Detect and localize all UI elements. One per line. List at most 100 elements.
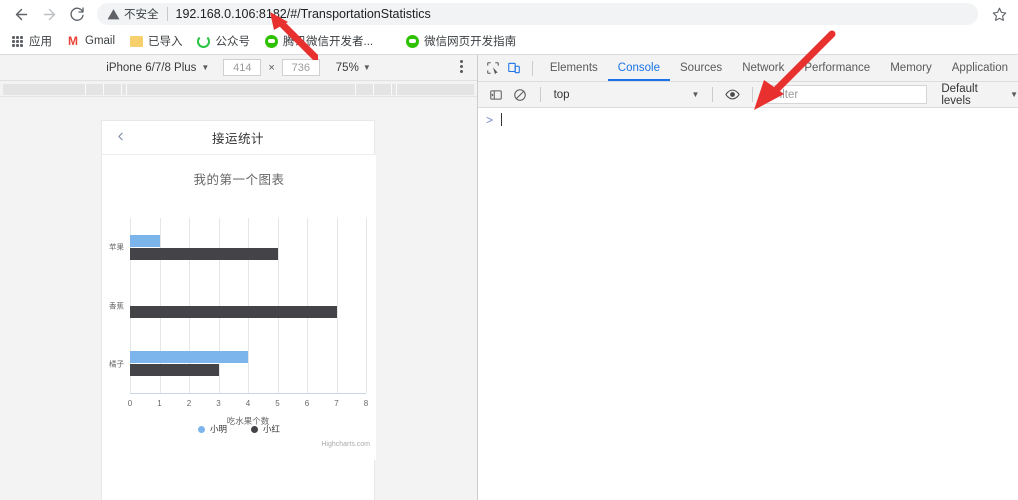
chart-credits[interactable]: Highcharts.com [321, 441, 370, 448]
device-select[interactable]: iPhone 6/7/8 Plus ▼ [106, 62, 209, 74]
chevron-down-icon: ▼ [362, 63, 371, 72]
legend-item-小红[interactable]: 小红 [251, 423, 280, 435]
inspect-element-icon [486, 62, 499, 75]
bookmark-wechat-dev[interactable]: 腾讯微信开发者... [264, 33, 373, 49]
forward-button[interactable] [35, 0, 63, 28]
screenshot-root: 不安全 192.168.0.106:8182/#/TransportationS… [0, 0, 1018, 500]
reload-button[interactable] [63, 0, 91, 28]
back-button[interactable] [7, 0, 35, 28]
bookmark-label: 应用 [29, 36, 52, 48]
console-sidebar-button[interactable] [484, 83, 508, 107]
legend-label: 小红 [263, 424, 281, 434]
bookmark-star-button[interactable] [986, 1, 1012, 27]
toolbar-divider [712, 87, 714, 102]
x-tick-label: 2 [186, 399, 192, 408]
legend-item-小明[interactable]: 小明 [197, 423, 227, 435]
ruler-track [3, 84, 474, 95]
arrow-right-icon [43, 8, 55, 20]
address-bar[interactable]: 不安全 192.168.0.106:8182/#/TransportationS… [97, 3, 978, 25]
viewport-ruler[interactable] [0, 81, 477, 97]
back-nav-button[interactable] [114, 130, 128, 144]
console-prompt[interactable]: > [478, 108, 1018, 126]
x-axis-line [130, 393, 366, 394]
page-header: 接运统计 [102, 121, 374, 155]
category-label: 橘子 [109, 359, 124, 369]
tab-sources[interactable]: Sources [670, 55, 732, 81]
prompt-arrow-icon: > [486, 112, 494, 127]
bookmark-wechat-web-guide[interactable]: 微信网页开发指南 [405, 33, 516, 49]
x-tick-label: 5 [275, 399, 280, 408]
chevron-down-icon: ▼ [1010, 90, 1018, 99]
folder-icon [129, 34, 143, 48]
live-expression-icon [725, 89, 740, 100]
bookmark-label: 微信网页开发指南 [424, 36, 517, 48]
bookmarks-bar: 应用 M Gmail 已导入 公众号 腾讯微信开发者... 微信网页开发指南 [0, 28, 1018, 55]
viewport-width-input[interactable]: 414 [223, 59, 262, 76]
clear-console-button[interactable] [508, 83, 532, 107]
device-toolbar-more-button[interactable] [460, 60, 463, 73]
console-toolbar: top ▼ Filter Default levels ▼ [478, 82, 1018, 108]
category-label: 香蕉 [109, 301, 124, 310]
category-label: 苹果 [109, 242, 124, 252]
chart-plot-area: 苹果 香蕉 橘子 012345678 吃水果个数 [109, 218, 368, 426]
emulated-viewport[interactable]: 接运统计 我的第一个图表 苹果 香蕉 橘子 012345678 吃水果个数 小明 小红… [0, 97, 477, 500]
legend-color-dot [197, 425, 205, 433]
dimension-separator: × [268, 61, 275, 74]
x-tick-label: 0 [127, 399, 133, 408]
x-tick-label: 3 [216, 399, 221, 408]
x-tick-label: 7 [334, 399, 339, 408]
chart-title: 我的第一个图表 [193, 173, 285, 187]
x-tick-label: 8 [363, 399, 369, 408]
console-output[interactable]: > [478, 108, 1018, 500]
toolbar-divider [532, 60, 533, 76]
bookmark-gmail[interactable]: M Gmail [66, 34, 115, 48]
omnibox-divider [166, 7, 168, 21]
reload-icon [70, 7, 84, 21]
chevron-down-icon: ▼ [201, 63, 210, 72]
live-expression-button[interactable] [720, 83, 744, 107]
tab-memory[interactable]: Memory [880, 55, 942, 81]
chart-legend[interactable]: 小明 小红 [102, 423, 376, 435]
viewport-height-input[interactable]: 736 [281, 59, 320, 76]
arrow-left-icon [15, 8, 27, 20]
bookmark-official-account[interactable]: 公众号 [197, 33, 251, 49]
tab-application[interactable]: Application [942, 55, 1018, 81]
bookmark-imported[interactable]: 已导入 [129, 33, 183, 49]
tab-performance[interactable]: Performance [794, 55, 880, 81]
apps-grid-icon [10, 34, 24, 48]
highcharts-bar-chart[interactable]: 我的第一个图表 苹果 香蕉 橘子 012345678 吃水果个数 小明 小红 High… [102, 155, 376, 460]
chevron-down-icon: ▼ [691, 90, 700, 99]
gmail-icon: M [68, 34, 78, 48]
chart-category-labels: 苹果 香蕉 橘子 [109, 218, 366, 393]
x-tick-label: 4 [245, 399, 251, 408]
zoom-select[interactable]: 75% ▼ [336, 62, 371, 74]
console-filter-input[interactable]: Filter [765, 85, 928, 104]
mobile-page: 接运统计 我的第一个图表 苹果 香蕉 橘子 012345678 吃水果个数 小明 小红… [101, 120, 376, 500]
devtools-panel: Elements Console Sources Network Perform… [477, 55, 1018, 500]
clear-console-icon [514, 88, 527, 101]
zoom-value: 75% [335, 61, 359, 74]
tab-elements[interactable]: Elements [540, 55, 608, 81]
bookmark-apps[interactable]: 应用 [10, 33, 52, 49]
tab-network[interactable]: Network [732, 55, 794, 81]
filter-placeholder: Filter [772, 88, 799, 101]
device-toolbar-toggle-button[interactable] [504, 56, 526, 80]
toolbar-divider [751, 87, 753, 102]
tab-console[interactable]: Console [608, 55, 670, 81]
refresh-circle-icon [197, 34, 211, 48]
bookmark-label: Gmail [85, 35, 116, 47]
execution-context-select[interactable]: top ▼ [548, 85, 706, 104]
x-tick-label: 1 [157, 399, 162, 408]
wechat-icon [405, 34, 419, 48]
device-toolbar: iPhone 6/7/8 Plus ▼ 414 × 736 75% ▼ [0, 55, 477, 81]
inspect-element-button[interactable] [482, 56, 504, 80]
legend-label: 小明 [209, 424, 227, 434]
log-levels-select[interactable]: Default levels ▼ [941, 83, 1018, 107]
bookmark-label: 公众号 [215, 36, 251, 48]
bookmark-label: 已导入 [148, 36, 183, 48]
text-cursor [501, 113, 503, 126]
toolbar-divider [539, 87, 541, 102]
devtools-tabbar: Elements Console Sources Network Perform… [478, 55, 1018, 82]
wechat-icon [264, 34, 278, 48]
page-title: 接运统计 [211, 132, 264, 146]
